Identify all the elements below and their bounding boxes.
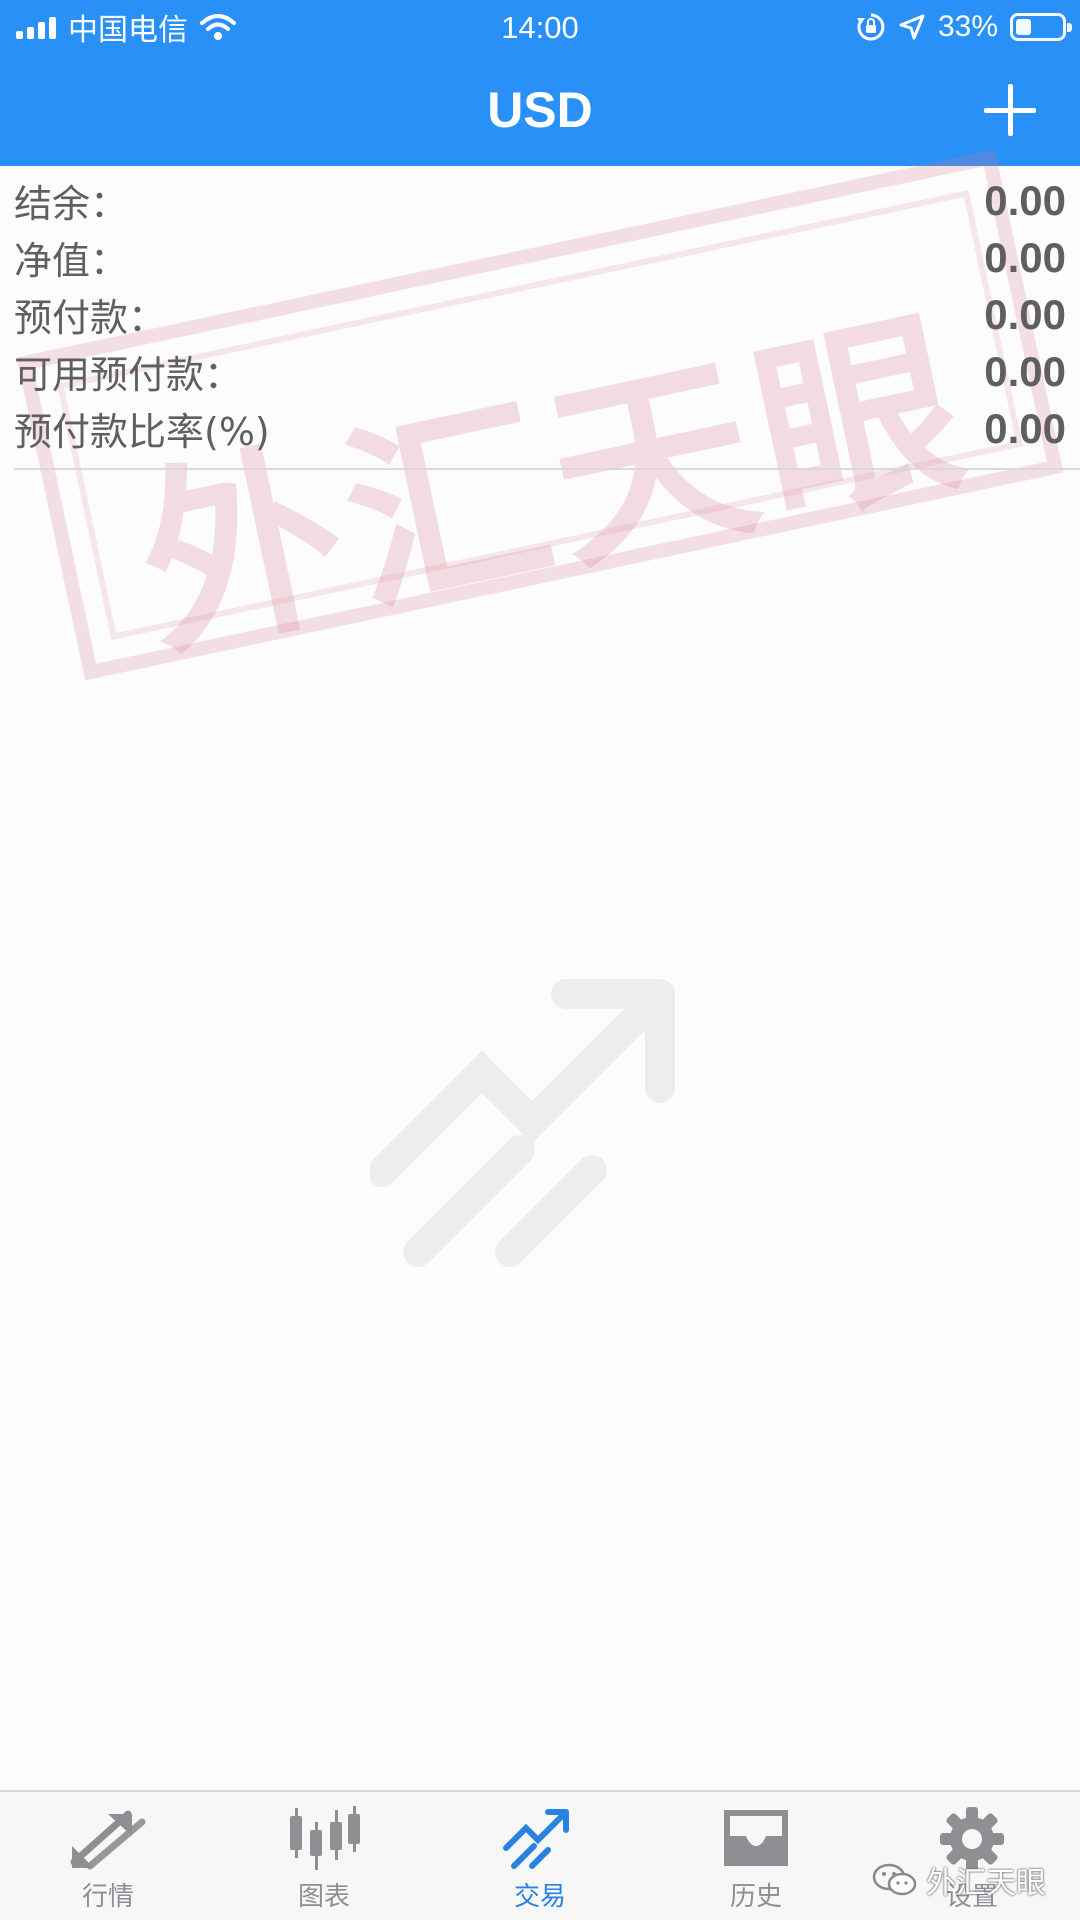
- equity-row: 净值： 0.00: [14, 229, 1066, 286]
- tab-trade-label: 交易: [513, 1882, 566, 1912]
- tab-chart-label: 图表: [297, 1882, 350, 1912]
- margin-value: 0.00: [984, 290, 1066, 338]
- history-inbox-icon: [724, 1810, 788, 1866]
- margin-level-value: 0.00: [984, 404, 1066, 452]
- tab-trade[interactable]: 交易: [432, 1792, 648, 1920]
- trade-screen: 中国电信 14:00 33% USD 外汇天眼 结余： 0.00 净值： 0.0…: [0, 0, 1080, 1920]
- margin-row: 预付款： 0.00: [14, 286, 1066, 343]
- candlestick-icon: [290, 1806, 360, 1870]
- trade-trend-icon: [503, 1809, 569, 1869]
- tab-quotes-label: 行情: [81, 1882, 134, 1912]
- wechat-icon: [872, 1863, 917, 1896]
- free-margin-row: 可用预付款： 0.00: [14, 343, 1066, 400]
- page-title: USD: [487, 82, 593, 138]
- balance-value: 0.00: [984, 176, 1066, 224]
- battery-fill: [1016, 19, 1031, 35]
- empty-trade-logo-icon: [370, 979, 675, 1267]
- balance-row: 结余： 0.00: [14, 172, 1066, 229]
- margin-level-label: 预付款比率(%): [14, 410, 270, 454]
- app-header: USD: [0, 54, 1080, 166]
- battery-icon: [1010, 13, 1072, 41]
- add-order-button[interactable]: [980, 80, 1040, 140]
- free-margin-value: 0.00: [984, 347, 1066, 395]
- location-arrow-icon: [899, 14, 925, 40]
- margin-level-row: 预付款比率(%) 0.00: [14, 400, 1066, 457]
- free-margin-label: 可用预付款：: [14, 353, 243, 397]
- rotation-lock-icon: [856, 13, 885, 41]
- status-bar: 中国电信 14:00 33%: [0, 0, 1080, 54]
- quotes-arrows-icon: [70, 1810, 146, 1870]
- corner-watermark: 外汇天眼: [872, 1858, 1046, 1902]
- balance-label: 结余：: [14, 182, 129, 226]
- margin-label: 预付款：: [14, 296, 167, 340]
- tab-history[interactable]: 历史: [648, 1792, 864, 1920]
- battery-percent: 33%: [937, 10, 998, 43]
- status-right: 33%: [856, 10, 1072, 44]
- tab-chart[interactable]: 图表: [216, 1792, 432, 1920]
- tab-quotes[interactable]: 行情: [0, 1792, 216, 1920]
- equity-value: 0.00: [984, 233, 1066, 281]
- account-summary: 结余： 0.00 净值： 0.00 预付款： 0.00 可用预付款： 0.00 …: [0, 166, 1080, 470]
- equity-label: 净值：: [14, 239, 129, 283]
- summary-divider: [14, 468, 1080, 470]
- tab-history-label: 历史: [729, 1882, 782, 1912]
- corner-watermark-text: 外汇天眼: [926, 1866, 1046, 1901]
